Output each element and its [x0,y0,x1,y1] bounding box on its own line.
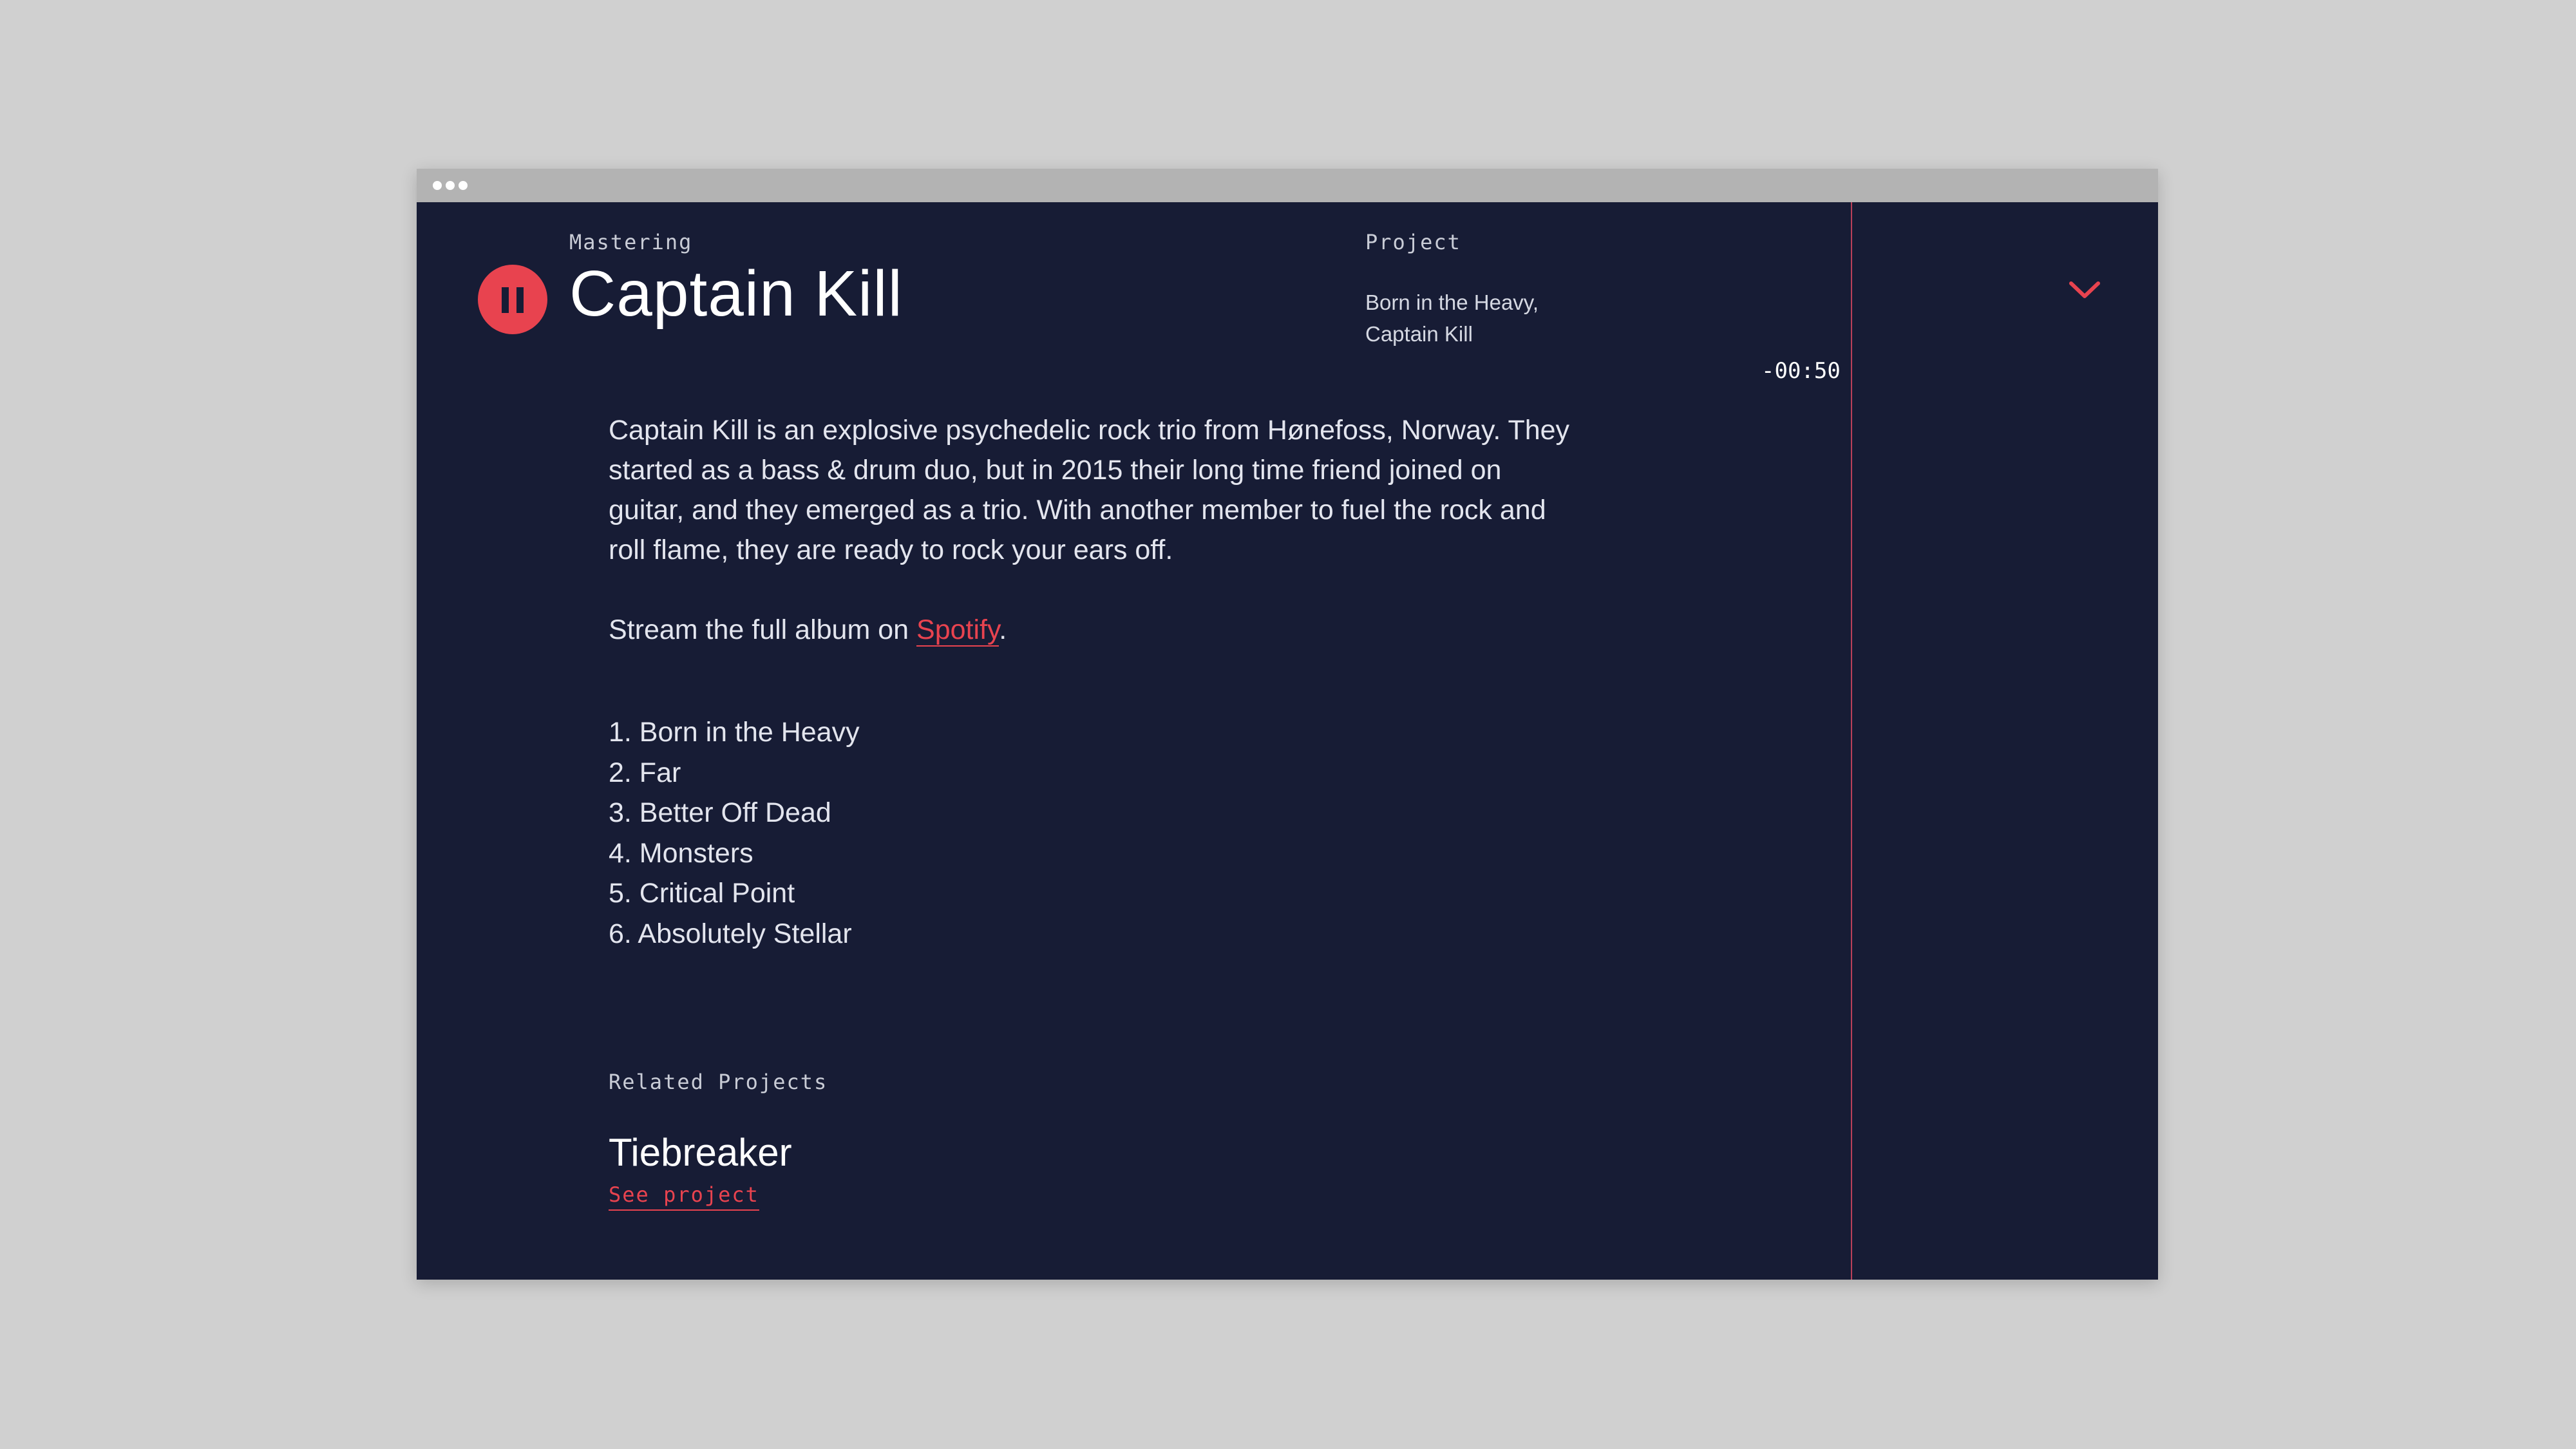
collapse-button[interactable] [2067,277,2102,303]
stream-prefix: Stream the full album on [609,614,917,645]
window-titlebar [417,169,2158,202]
see-project-link[interactable]: See project [609,1182,759,1211]
track-item: 5. Critical Point [609,878,795,909]
window-control-dot[interactable] [459,181,468,190]
stream-suffix: . [999,614,1007,645]
related-projects-label: Related Projects [609,1070,828,1094]
progress-divider-line [1851,202,1852,1280]
track-item: 3. Better Off Dead [609,797,831,829]
chevron-down-icon [2069,281,2100,298]
track-list: 1. Born in the Heavy 2. Far 3. Better Of… [609,712,860,954]
app-window: Mastering Captain Kill Project Born in t… [417,169,2158,1280]
track-item: 4. Monsters [609,837,753,869]
project-name: Born in the Heavy, Captain Kill [1365,290,1539,346]
pause-icon [502,287,509,313]
project-detail-panel: Mastering Captain Kill Project Born in t… [417,202,2158,1280]
project-description: Captain Kill is an explosive psychedelic… [609,415,1570,565]
related-project-title: Tiebreaker [609,1131,792,1174]
track-item: 2. Far [609,757,681,788]
pause-icon [516,287,524,313]
window-control-dot[interactable] [433,181,442,190]
track-item: 6. Absolutely Stellar [609,918,852,949]
project-label: Project [1365,230,1461,254]
window-control-dot[interactable] [446,181,455,190]
track-item: 1. Born in the Heavy [609,717,860,748]
spotify-link[interactable]: Spotify [916,614,999,647]
page-title: Captain Kill [569,258,903,330]
time-remaining: -00:50 [1761,358,1841,384]
category-label: Mastering [569,230,693,254]
pause-button[interactable] [478,265,547,334]
stream-text: Stream the full album on Spotify. [609,614,1007,647]
